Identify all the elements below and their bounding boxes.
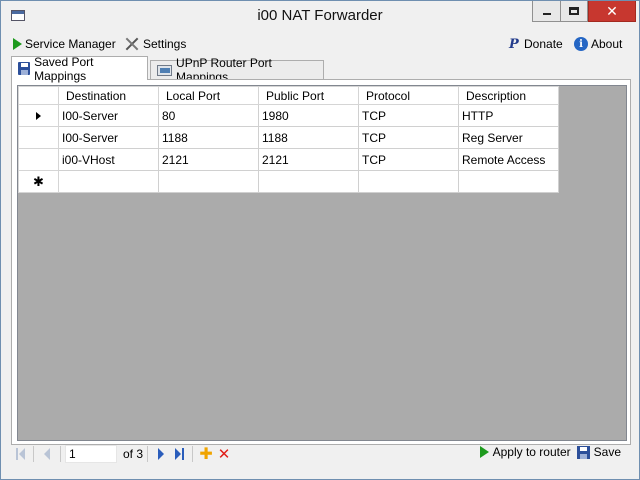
apply-to-router-label: Apply to router	[492, 445, 571, 459]
app-window: i00 NAT Forwarder ✕ Service Manager Sett…	[0, 0, 640, 480]
close-icon: ✕	[606, 2, 618, 19]
minimize-icon	[542, 13, 551, 15]
current-page-input[interactable]	[65, 445, 117, 463]
move-next-icon	[158, 448, 165, 460]
port-mappings-table: Destination Local Port Public Port Proto…	[18, 86, 559, 193]
title-bar: i00 NAT Forwarder ✕	[1, 1, 639, 32]
move-last-button[interactable]	[170, 445, 188, 463]
tab-strip: Saved Port Mappings UPnP Router Port Map…	[11, 54, 631, 84]
port-mappings-grid[interactable]: Destination Local Port Public Port Proto…	[17, 85, 627, 441]
cell-public-port[interactable]: 1980	[258, 104, 359, 127]
new-cell[interactable]	[158, 170, 259, 193]
separator	[147, 446, 149, 462]
tab-panel: Destination Local Port Public Port Proto…	[11, 79, 631, 445]
new-row-icon: ✱	[33, 173, 44, 189]
paypal-icon: P	[509, 36, 519, 52]
about-menu[interactable]: i About	[574, 35, 622, 53]
move-first-icon	[15, 448, 18, 460]
cell-local-port[interactable]: 80	[158, 104, 259, 127]
cell-description[interactable]: HTTP	[458, 104, 559, 127]
cell-public-port[interactable]: 2121	[258, 148, 359, 171]
new-cell[interactable]	[458, 170, 559, 193]
settings-label: Settings	[143, 37, 187, 51]
cell-local-port[interactable]: 2121	[158, 148, 259, 171]
separator	[33, 446, 34, 462]
maximize-button[interactable]	[560, 1, 588, 22]
router-icon	[157, 64, 173, 76]
table-row[interactable]: I00-Server 1188 1188 TCP Reg Server	[18, 126, 559, 149]
move-last-icon	[174, 448, 181, 460]
cell-protocol[interactable]: TCP	[358, 126, 459, 149]
navigator-actions: Apply to router Save	[479, 445, 621, 459]
row-header[interactable]	[18, 126, 59, 149]
floppy-disk-icon	[576, 445, 590, 459]
tools-icon	[124, 36, 140, 52]
new-cell[interactable]	[258, 170, 359, 193]
cell-protocol[interactable]: TCP	[358, 148, 459, 171]
row-header[interactable]	[18, 104, 59, 127]
add-new-button[interactable]: ✚	[197, 445, 215, 463]
move-first-arrow-icon	[18, 448, 25, 460]
service-manager-menu[interactable]: Service Manager	[13, 35, 116, 53]
cell-local-port[interactable]: 1188	[158, 126, 259, 149]
cell-public-port[interactable]: 1188	[258, 126, 359, 149]
info-icon: i	[574, 37, 588, 51]
current-row-indicator-icon	[36, 111, 41, 120]
menu-bar: Service Manager Settings P Donate i Abou…	[1, 33, 639, 55]
cell-destination[interactable]: I00-Server	[58, 126, 159, 149]
close-button[interactable]: ✕	[588, 1, 636, 22]
donate-label: Donate	[524, 37, 563, 51]
row-header[interactable]	[18, 148, 59, 171]
service-manager-label: Service Manager	[25, 37, 116, 51]
delete-icon: ✕	[217, 446, 231, 463]
minimize-button[interactable]	[532, 1, 560, 22]
save-label: Save	[593, 445, 621, 459]
column-header-protocol[interactable]: Protocol	[358, 86, 459, 105]
separator	[192, 446, 194, 462]
maximize-icon	[569, 7, 579, 15]
donate-menu[interactable]: P Donate	[509, 35, 563, 53]
column-header-public-port[interactable]: Public Port	[258, 86, 359, 105]
about-label: About	[591, 37, 623, 51]
move-last-bar-icon	[181, 448, 184, 460]
cell-description[interactable]: Remote Access	[458, 148, 559, 171]
move-previous-icon	[44, 448, 50, 460]
save-button[interactable]: Save	[576, 445, 621, 459]
move-next-button[interactable]	[152, 445, 170, 463]
floppy-disk-icon	[18, 62, 31, 75]
tab-saved-port-mappings[interactable]: Saved Port Mappings	[11, 54, 148, 83]
corner-header-cell[interactable]	[18, 86, 59, 105]
table-row[interactable]: I00-Server 80 1980 TCP HTTP	[18, 104, 559, 127]
add-icon: ✚	[199, 446, 213, 463]
new-cell[interactable]	[358, 170, 459, 193]
binding-navigator: of 3 ✚ ✕ Apply to router Save	[11, 443, 631, 465]
separator	[60, 446, 61, 462]
tab-upnp-router-port-mappings[interactable]: UPnP Router Port Mappings	[150, 56, 324, 84]
new-row[interactable]: ✱	[18, 170, 559, 193]
cell-description[interactable]: Reg Server	[458, 126, 559, 149]
header-row: Destination Local Port Public Port Proto…	[18, 86, 559, 105]
settings-menu[interactable]: Settings	[124, 35, 186, 53]
new-cell[interactable]	[58, 170, 159, 193]
delete-button[interactable]: ✕	[215, 445, 233, 463]
move-previous-button[interactable]	[38, 445, 56, 463]
cell-destination[interactable]: i00-VHost	[58, 148, 159, 171]
column-header-local-port[interactable]: Local Port	[158, 86, 259, 105]
play-icon	[13, 38, 22, 50]
move-first-button[interactable]	[11, 445, 29, 463]
play-icon	[479, 446, 489, 458]
cell-destination[interactable]: I00-Server	[58, 104, 159, 127]
page-count-label: of 3	[123, 447, 144, 461]
apply-to-router-button[interactable]: Apply to router	[479, 445, 571, 459]
tab-label: Saved Port Mappings	[34, 54, 94, 83]
cell-protocol[interactable]: TCP	[358, 104, 459, 127]
column-header-destination[interactable]: Destination	[58, 86, 159, 105]
column-header-description[interactable]: Description	[458, 86, 559, 105]
table-row[interactable]: i00-VHost 2121 2121 TCP Remote Access	[18, 148, 559, 171]
row-header[interactable]: ✱	[18, 170, 59, 193]
